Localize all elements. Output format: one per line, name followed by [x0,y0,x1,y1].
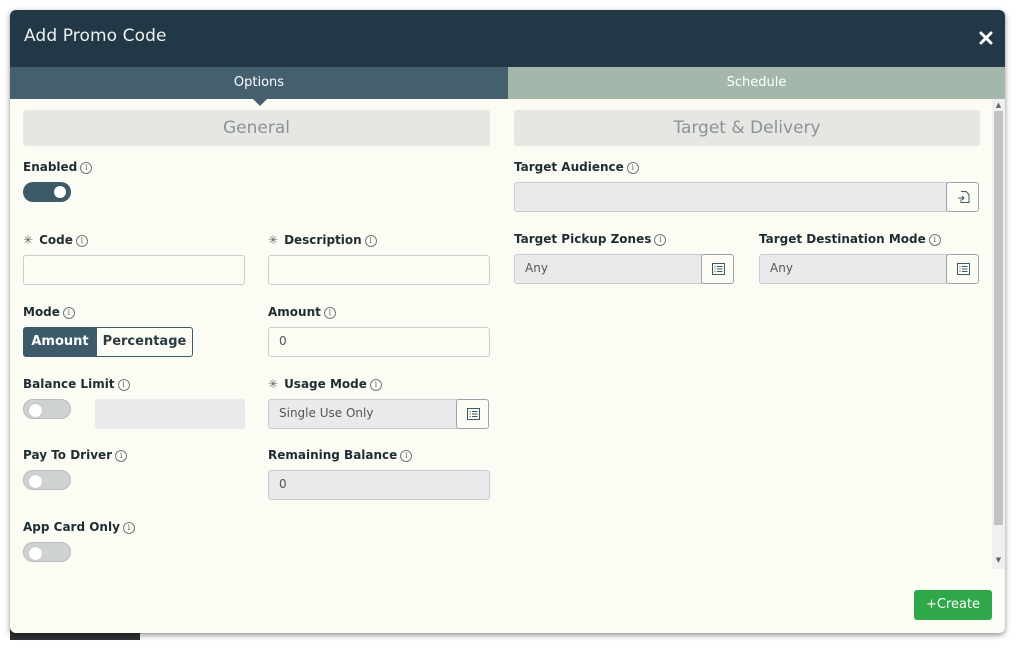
code-label: ✳ Code i [23,233,88,247]
info-icon[interactable]: i [62,306,75,319]
balance-limit-toggle[interactable] [23,399,71,419]
target-pickup-zones-label: Target Pickup Zones i [514,232,667,246]
tab-options[interactable]: Options [10,67,508,99]
required-asterisk: ✳ [23,233,34,247]
scroll-down-arrow[interactable]: ▼ [994,556,1003,564]
usage-mode-list-button[interactable] [456,399,489,429]
list-icon [957,263,970,275]
target-audience-input[interactable] [514,182,947,212]
remaining-balance-label: Remaining Balance i [268,448,413,462]
info-icon[interactable]: i [626,161,639,174]
target-destination-mode-label: Target Destination Mode i [759,232,941,246]
toggle-knob [28,403,43,418]
required-asterisk: ✳ [268,233,279,247]
info-icon[interactable]: i [369,378,382,391]
amount-label: Amount i [268,305,336,319]
toggle-knob [28,546,43,561]
description-input[interactable] [268,255,490,285]
amount-input[interactable]: 0 [268,327,490,357]
target-pickup-zones-select[interactable]: Any [514,254,702,284]
info-icon[interactable]: i [323,306,336,319]
scroll-up-arrow[interactable]: ▲ [994,101,1003,109]
dialog-titlebar: Add Promo Code [10,10,1005,67]
mode-percentage-button[interactable]: Percentage [96,327,193,357]
mode-label: Mode i [23,305,75,319]
code-input[interactable] [23,255,245,285]
info-icon[interactable]: i [654,233,667,246]
pay-to-driver-label: Pay To Driver i [23,448,128,462]
app-card-only-toggle[interactable] [23,542,71,562]
create-button[interactable]: +Create [914,590,992,620]
target-destination-mode-select[interactable]: Any [759,254,947,284]
info-icon[interactable]: i [122,521,135,534]
info-icon[interactable]: i [75,234,88,247]
tab-bar: Options Schedule [10,67,1005,106]
info-icon[interactable]: i [115,449,128,462]
dialog-title: Add Promo Code [24,26,167,46]
target-delivery-section-header: Target & Delivery [514,110,980,146]
pay-to-driver-toggle[interactable] [23,470,71,490]
scrollbar-thumb[interactable] [994,111,1003,525]
target-audience-import-button[interactable] [946,182,979,212]
description-label: ✳ Description i [268,233,377,247]
usage-mode-select[interactable]: Single Use Only [268,399,458,429]
info-icon[interactable]: i [400,449,413,462]
enabled-label: Enabled i [23,160,93,174]
remaining-balance-input: 0 [268,470,490,500]
add-promo-code-dialog: Add Promo Code Options Schedule ▲ ▼ Gene… [10,10,1005,633]
list-icon [712,263,725,275]
pickup-zones-list-button[interactable] [701,254,734,284]
app-card-only-label: App Card Only i [23,520,135,534]
list-icon [467,408,480,420]
target-audience-label: Target Audience i [514,160,639,174]
tab-schedule[interactable]: Schedule [508,67,1005,99]
toggle-knob [28,474,43,489]
enabled-toggle[interactable] [23,182,71,202]
info-icon[interactable]: i [364,234,377,247]
general-section-header: General [23,110,490,146]
destination-mode-list-button[interactable] [946,254,979,284]
create-button-label: Create [936,597,981,612]
usage-mode-label: ✳ Usage Mode i [268,377,382,391]
plus-icon: + [925,597,937,612]
mode-amount-button[interactable]: Amount [23,327,97,357]
active-tab-indicator [253,99,267,106]
balance-limit-label: Balance Limit i [23,377,130,391]
info-icon[interactable]: i [117,378,130,391]
info-icon[interactable]: i [80,161,93,174]
balance-limit-input [95,399,245,429]
info-icon[interactable]: i [928,233,941,246]
close-icon[interactable] [977,29,995,47]
required-asterisk: ✳ [268,377,279,391]
import-icon [958,191,970,203]
toggle-knob [54,186,66,198]
